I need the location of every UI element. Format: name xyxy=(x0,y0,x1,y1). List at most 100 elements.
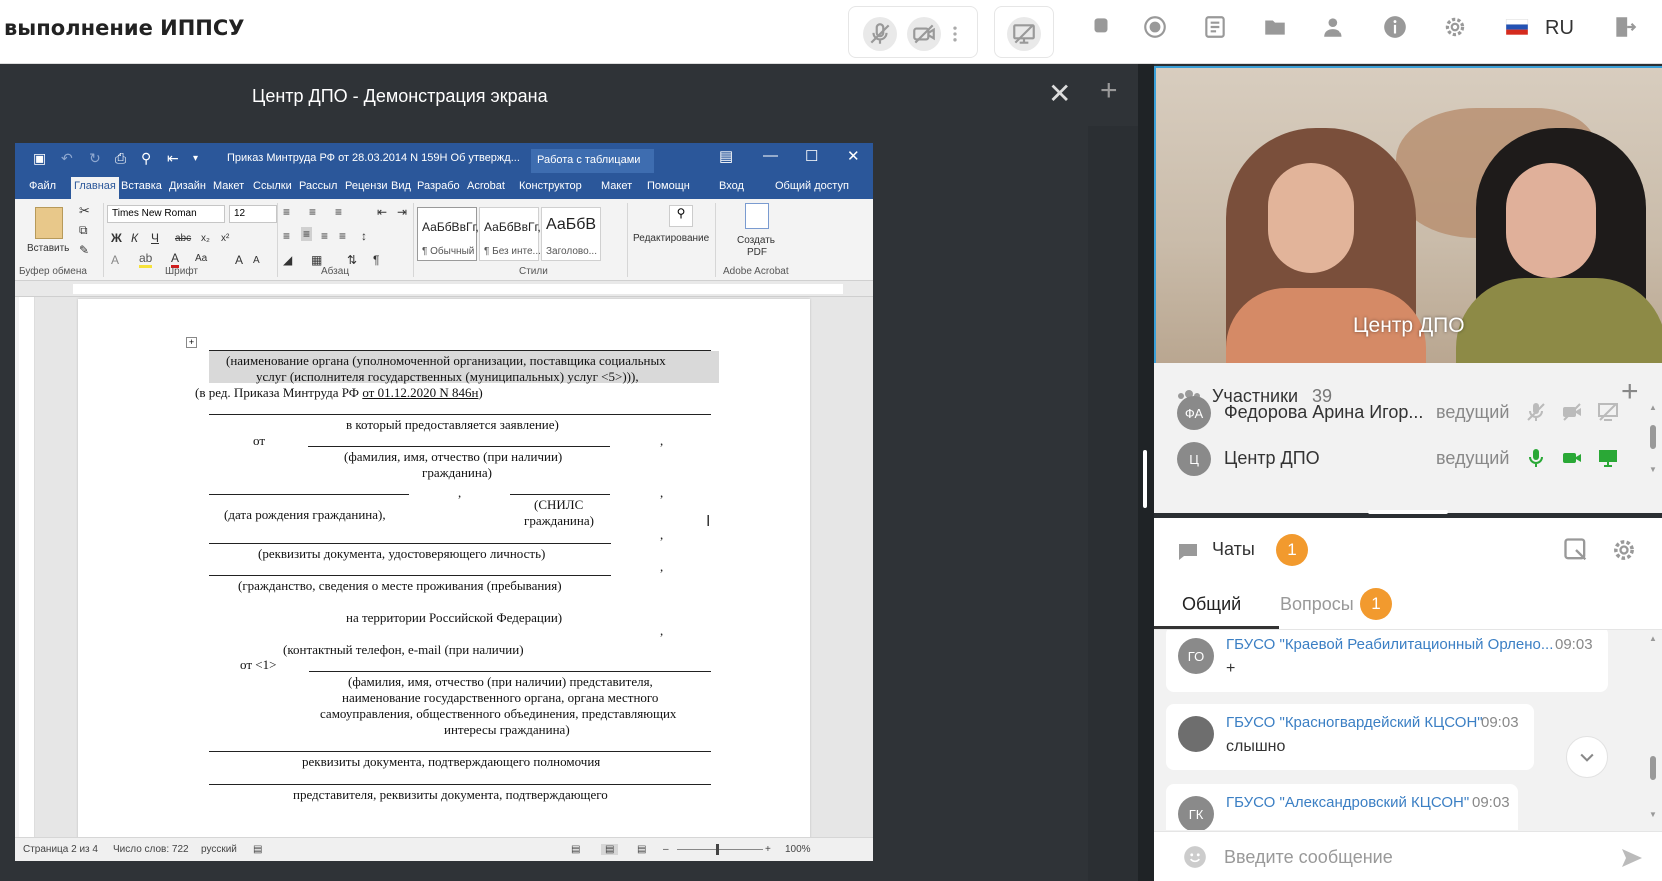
tab-table-layout[interactable]: Макет xyxy=(601,180,632,192)
tab-developer[interactable]: Разрабо xyxy=(417,180,460,192)
chat-message[interactable]: ГК ГБУСО "Александровский КЦСОН" 09:03 xyxy=(1166,784,1518,830)
document-page[interactable]: + (наименование органа (уполномоченной о… xyxy=(78,299,810,859)
highlight-icon[interactable]: ab xyxy=(139,251,153,268)
italic-button[interactable]: К xyxy=(131,231,138,245)
tab-references[interactable]: Ссылки xyxy=(253,180,292,192)
borders-icon[interactable]: ▦ xyxy=(311,253,322,267)
record-icon[interactable] xyxy=(1138,10,1172,44)
justify-icon[interactable]: ≡ xyxy=(339,229,346,243)
tab-share[interactable]: Общий доступ xyxy=(775,180,849,192)
panel-resize-handle[interactable] xyxy=(1368,510,1448,514)
tab-table-design[interactable]: Конструктор xyxy=(519,180,582,192)
web-layout-icon[interactable]: ▤ xyxy=(637,844,646,855)
proofing-language[interactable]: русский xyxy=(201,844,237,855)
folder-icon[interactable] xyxy=(1258,10,1292,44)
participant-row[interactable]: ФА Федорова Арина Игор... ведущий xyxy=(1154,390,1644,436)
cut-icon[interactable]: ✂ xyxy=(79,203,90,219)
settings-icon[interactable] xyxy=(1438,10,1472,44)
message-author[interactable]: ГБУСО "Красногвардейский КЦСОН" xyxy=(1226,714,1483,731)
zoom-in-icon[interactable]: + xyxy=(765,844,771,855)
text-effects-icon[interactable]: A xyxy=(111,253,119,267)
camera-on-icon[interactable] xyxy=(1560,446,1584,470)
splitter-handle[interactable] xyxy=(1143,450,1147,508)
video-tile[interactable]: Центр ДПО xyxy=(1154,66,1662,363)
tab-home[interactable]: Главная xyxy=(71,177,119,199)
increase-indent-icon[interactable]: ⇥ xyxy=(397,205,407,219)
chat-message[interactable]: ГБУСО "Красногвардейский КЦСОН" 09:03 сл… xyxy=(1166,704,1534,770)
subscript-button[interactable]: x₂ xyxy=(201,233,210,244)
create-pdf-label-2[interactable]: PDF xyxy=(747,247,767,258)
info-icon[interactable] xyxy=(1378,10,1412,44)
tab-design[interactable]: Дизайн xyxy=(169,180,206,192)
customize-icon[interactable]: ▾ xyxy=(193,153,198,164)
tab-view[interactable]: Вид xyxy=(391,180,411,192)
style-heading[interactable]: АаБбВ Заголово... xyxy=(541,207,601,261)
chat-export-icon[interactable] xyxy=(1562,536,1590,564)
word-count[interactable]: Число слов: 722 xyxy=(113,844,189,855)
zoom-slider[interactable] xyxy=(677,849,763,850)
create-pdf-label[interactable]: Создать xyxy=(737,235,775,246)
shading-icon[interactable]: ◢ xyxy=(283,253,292,267)
tab-questions[interactable]: Вопросы xyxy=(1280,594,1354,615)
message-author[interactable]: ГБУСО "Краевой Реабилитационный Орлено..… xyxy=(1226,636,1553,653)
pilcrow-icon[interactable]: ¶ xyxy=(373,253,379,267)
print-icon[interactable]: ⎙ xyxy=(115,150,126,167)
exit-icon[interactable] xyxy=(1608,10,1642,44)
zoom-slider-thumb[interactable] xyxy=(716,844,719,855)
zoom-out-icon[interactable]: – xyxy=(663,844,669,855)
chat-scrollbar[interactable]: ▲ ▼ xyxy=(1648,634,1658,824)
align-center-icon[interactable]: ≡ xyxy=(301,227,313,241)
sort-icon[interactable]: ⇅ xyxy=(347,253,357,267)
horizontal-ruler[interactable] xyxy=(15,281,873,297)
flag-ru-icon[interactable] xyxy=(1500,10,1534,44)
style-no-spacing[interactable]: АаБбВвГг, ¶ Без инте... xyxy=(479,207,541,261)
vertical-ruler[interactable] xyxy=(19,297,35,837)
preview-icon[interactable]: ⚲ xyxy=(141,150,151,167)
screen-on-icon[interactable] xyxy=(1596,446,1620,470)
font-size-select[interactable]: 12 xyxy=(229,205,277,223)
shrink-font-icon[interactable]: A xyxy=(253,255,260,266)
participant-row[interactable]: Ц Центр ДПО ведущий xyxy=(1154,436,1644,482)
zoom-level[interactable]: 100% xyxy=(785,844,811,855)
close-window-icon[interactable]: ✕ xyxy=(847,147,860,165)
participants-scrollbar[interactable]: ▲ ▼ xyxy=(1648,403,1658,479)
maximize-icon[interactable]: ☐ xyxy=(805,147,818,165)
strikethrough-button[interactable]: abc xyxy=(175,233,191,244)
multilevel-list-icon[interactable]: ≡ xyxy=(335,205,342,219)
send-icon[interactable] xyxy=(1620,846,1644,870)
more-icon[interactable] xyxy=(945,17,965,51)
tab-insert[interactable]: Вставка xyxy=(121,180,162,192)
camera-off-icon[interactable] xyxy=(907,17,941,51)
table-move-icon[interactable]: + xyxy=(186,337,197,348)
undo-icon[interactable]: ↶ xyxy=(61,150,73,167)
ruler-icon[interactable]: ⇤ xyxy=(167,150,179,167)
tab-general[interactable]: Общий xyxy=(1182,594,1241,615)
change-case-icon[interactable]: Aa xyxy=(195,253,207,264)
copy-icon[interactable]: ⧉ xyxy=(79,223,88,238)
tab-review[interactable]: Рецензи xyxy=(345,180,388,192)
line-spacing-icon[interactable]: ↕ xyxy=(361,229,367,243)
screen-share-off-icon[interactable] xyxy=(1007,17,1041,51)
camera-off-icon[interactable] xyxy=(1560,400,1584,424)
style-normal[interactable]: АаБбВвГг, ¶ Обычный xyxy=(417,207,479,261)
save-icon[interactable]: ▣ xyxy=(33,150,46,167)
align-right-icon[interactable]: ≡ xyxy=(321,229,328,243)
tab-acrobat[interactable]: Acrobat xyxy=(467,180,505,192)
language-label[interactable]: RU xyxy=(1545,17,1574,40)
underline-button[interactable]: Ч xyxy=(151,231,159,245)
chat-message[interactable]: ГО ГБУСО "Краевой Реабилитационный Орлен… xyxy=(1166,630,1608,692)
format-painter-icon[interactable]: ✎ xyxy=(79,243,89,257)
tab-mailings[interactable]: Рассыл xyxy=(299,180,337,192)
tab-help[interactable]: Помощн xyxy=(647,180,690,192)
message-input[interactable]: Введите сообщение xyxy=(1224,847,1393,868)
font-name-select[interactable]: Times New Roman xyxy=(107,205,225,223)
scroll-down-button[interactable] xyxy=(1566,736,1608,778)
find-icon[interactable]: ⚲ xyxy=(669,205,693,227)
mic-off-icon[interactable] xyxy=(863,17,897,51)
notes-icon[interactable] xyxy=(1198,10,1232,44)
read-mode-icon[interactable]: ▤ xyxy=(571,844,580,855)
chat-settings-icon[interactable] xyxy=(1610,536,1638,564)
redo-icon[interactable]: ↻ xyxy=(89,150,101,167)
mic-off-icon[interactable] xyxy=(1524,400,1548,424)
mic-on-icon[interactable] xyxy=(1524,446,1548,470)
